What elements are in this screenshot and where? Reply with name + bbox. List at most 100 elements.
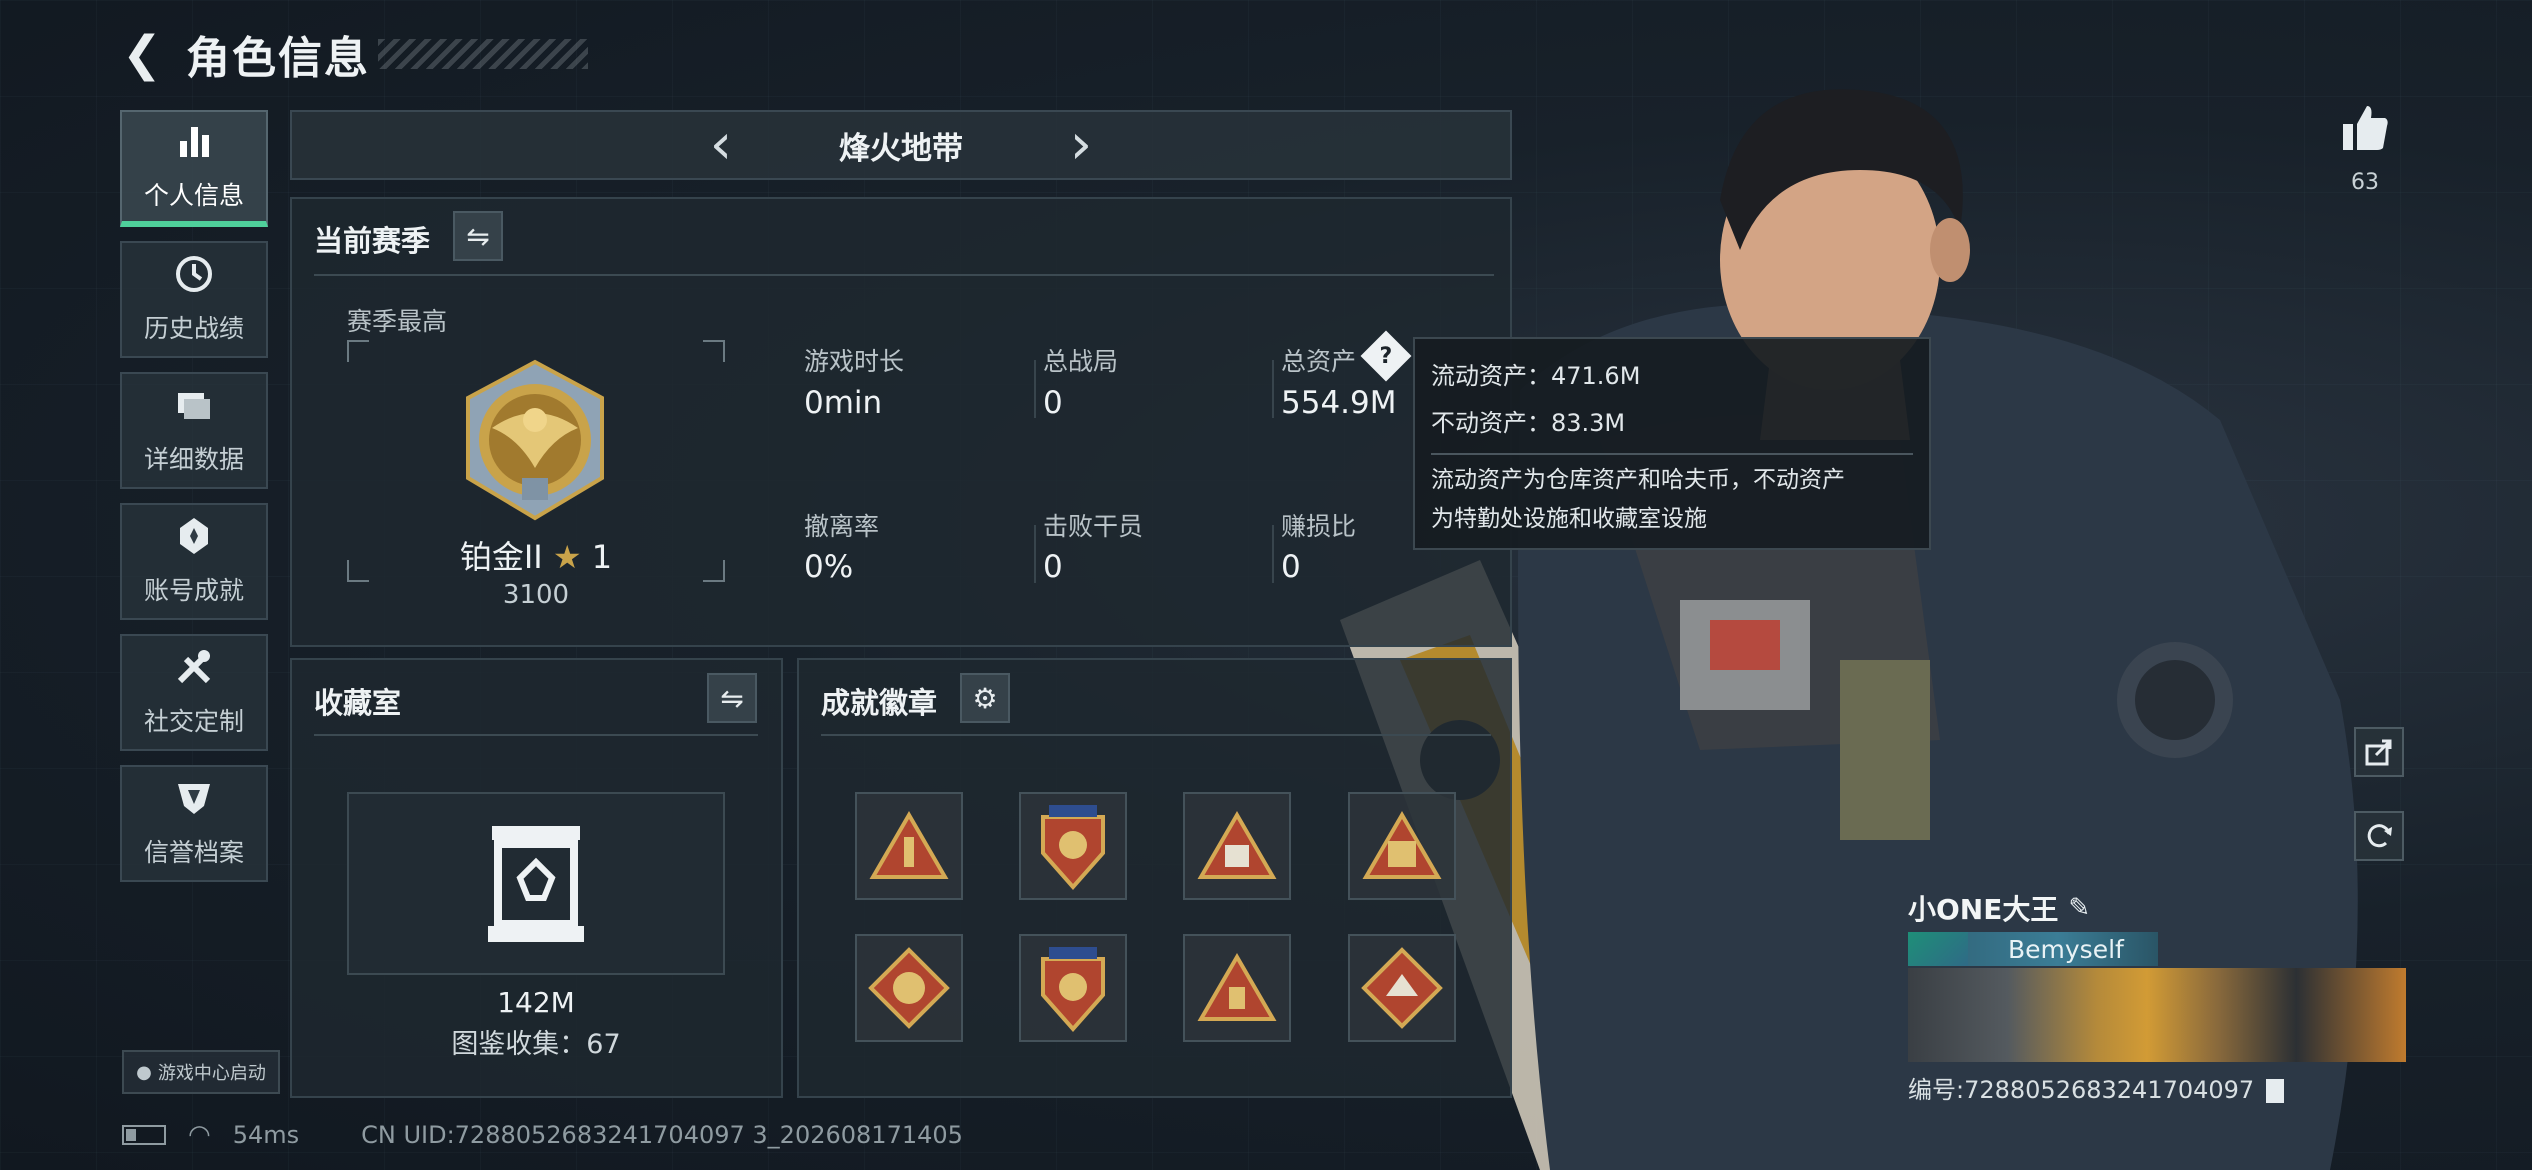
rank-medal-icon [466,359,604,521]
sidebar-item-label: 社交定制 [143,707,244,736]
mode-name: 烽火地带 [839,130,963,167]
game-center-launch-button[interactable]: ● 游戏中心启动 [122,1050,280,1094]
star-icon: ★ [552,538,592,576]
stat-label: 赚损比 [1281,512,1357,541]
season-divider [314,274,1494,276]
triangle-building-icon [1362,811,1442,879]
battery-icon [122,1125,166,1145]
screen: ❮ 角色信息 个人信息 历史战绩 详细数据 账号成就 社交定制 信誉档案 ● 游… [0,0,2532,1170]
like-button[interactable] [2334,102,2396,158]
stat-label: 撤离率 [804,512,880,541]
back-button[interactable]: ❮ [118,26,166,82]
sidebar-item-detail-data[interactable]: 详细数据 [120,372,268,489]
tooltip-divider [1431,453,1913,455]
stat-value: 0 [1043,549,1063,585]
frame-corner [347,340,369,362]
sidebar-item-label: 个人信息 [143,181,244,210]
season-best-label: 赛季最高 [347,307,448,336]
player-banner[interactable] [1908,968,2406,1062]
player-tag: Bemyself [1908,932,2158,966]
collection-catalog: 图鉴收集：67 [451,1029,621,1060]
triangle-58-icon [1197,811,1277,879]
bar-chart-icon [174,121,214,168]
mode-prev-button[interactable]: ‹ [691,117,751,173]
sidebar-item-credit[interactable]: 信誉档案 [120,765,268,882]
thumbs-up-icon [2343,106,2388,150]
achievement-badge[interactable] [1348,792,1456,900]
clock-icon [174,254,214,301]
stat-value: 0% [804,549,854,585]
asset-tooltip: 流动资产：471.6M 不动资产：83.3M 流动资产为仓库资产和哈夫币，不动资… [1413,337,1931,550]
qq-icon: ● [136,1061,152,1083]
stat-separator [1034,525,1036,583]
achievement-badge[interactable] [855,792,963,900]
stat-value: 0 [1281,549,1301,585]
collection-display[interactable] [347,792,725,975]
achievement-badge[interactable] [1183,792,1291,900]
stat-value: 554.9M [1281,385,1397,421]
collection-value: 142M [497,986,575,1019]
sidebar-item-label: 账号成就 [143,576,244,605]
sidebar-item-label: 详细数据 [143,445,244,474]
tooltip-fixed-assets: 不动资产：83.3M [1431,409,1626,437]
player-id-row: 编号:7288052683241704097 [1908,1070,2406,1105]
rank-stars: 1 [591,538,613,576]
share-button[interactable] [2354,727,2404,777]
achievements-settings-button[interactable]: ⚙ [960,673,1010,723]
tag-emblem-icon [1908,932,1968,966]
copy-icon[interactable] [2265,1079,2284,1103]
tools-icon [174,647,214,694]
tooltip-description-line: 为特勤处设施和收藏室设施 [1431,506,1707,532]
achievements-divider [821,734,1491,736]
diamond-dog-icon [1361,947,1443,1029]
credit-shield-icon [174,778,214,825]
mode-selector: ‹ 烽火地带 › [290,110,1512,180]
stat-separator [1272,525,1274,583]
sidebar-item-achievements[interactable]: 账号成就 [120,503,268,620]
display-case-icon [488,825,584,942]
rank-name: 铂金II [459,538,543,576]
edit-name-icon[interactable]: ✎ [2068,893,2090,923]
frame-corner [703,340,725,362]
sidebar-item-profile[interactable]: 个人信息 [120,110,268,227]
achievement-badge[interactable] [1348,934,1456,1042]
shield-star-icon [1041,947,1105,1033]
status-bar: ◠ 54ms CN UID:7288052683241704097 3_2026… [122,1120,963,1150]
stat-label: 总资产 [1281,347,1357,376]
sidebar-item-label: 历史战绩 [143,314,244,343]
wifi-icon: ◠ [188,1120,211,1150]
shield-star-icon [1041,805,1105,891]
page-title: 角色信息 [186,33,370,84]
player-name: 小ONE大王 [1908,893,2059,926]
title-decoration [378,39,588,69]
stat-label: 击败干员 [1043,512,1144,541]
season-title: 当前赛季 [314,224,431,258]
player-name-row: 小ONE大王 ✎ [1908,888,2406,928]
refresh-button[interactable] [2354,811,2404,861]
sidebar-item-history[interactable]: 历史战绩 [120,241,268,358]
collection-divider [314,734,758,736]
stat-label: 总战局 [1043,347,1119,376]
achievements-title: 成就徽章 [821,686,938,720]
tooltip-liquid-assets: 流动资产：471.6M [1431,362,1641,390]
stat-separator [1034,360,1036,418]
uid-text: CN UID:7288052683241704097 3_20260817140… [361,1121,963,1149]
ping-value: 54ms [232,1121,300,1149]
player-id: 编号:7288052683241704097 [1908,1076,2255,1104]
sidebar: 个人信息 历史战绩 详细数据 账号成就 社交定制 信誉档案 [120,110,268,896]
achievement-badge[interactable] [855,934,963,1042]
page-header: ❮ 角色信息 [118,22,588,86]
achievement-badge[interactable] [1019,792,1127,900]
collection-title: 收藏室 [314,686,402,720]
sidebar-item-social[interactable]: 社交定制 [120,634,268,751]
achievement-badge[interactable] [1019,934,1127,1042]
player-card: 小ONE大王 ✎ Bemyself 编号:7288052683241704097 [1908,888,2406,1105]
stat-value: 0min [804,385,883,421]
triangle-rocket-icon [869,811,949,879]
collection-switch-button[interactable]: ⇋ [707,673,757,723]
stat-value: 0 [1043,385,1063,421]
tooltip-description-line: 流动资产为仓库资产和哈夫币，不动资产 [1431,467,1845,493]
achievement-badge[interactable] [1183,934,1291,1042]
season-switch-button[interactable]: ⇋ [453,211,503,261]
mode-next-button[interactable]: › [1051,117,1111,173]
